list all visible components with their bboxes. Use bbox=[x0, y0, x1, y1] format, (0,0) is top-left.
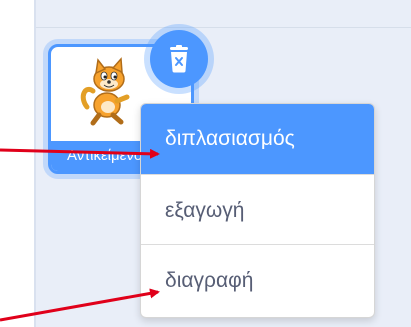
delete-sprite-button[interactable] bbox=[150, 30, 208, 88]
menu-item-duplicate[interactable]: διπλασιασμός bbox=[141, 104, 374, 174]
pane-divider bbox=[36, 27, 411, 28]
sprite-context-menu: διπλασιασμός εξαγωγή διαγραφή bbox=[140, 103, 375, 318]
menu-item-export[interactable]: εξαγωγή bbox=[141, 176, 374, 246]
trash-icon bbox=[170, 45, 188, 73]
menu-separator bbox=[141, 244, 374, 245]
menu-item-delete[interactable]: διαγραφή bbox=[141, 246, 374, 316]
cat-sprite-icon bbox=[80, 57, 130, 126]
menu-separator bbox=[141, 174, 374, 175]
left-gutter bbox=[0, 0, 34, 327]
